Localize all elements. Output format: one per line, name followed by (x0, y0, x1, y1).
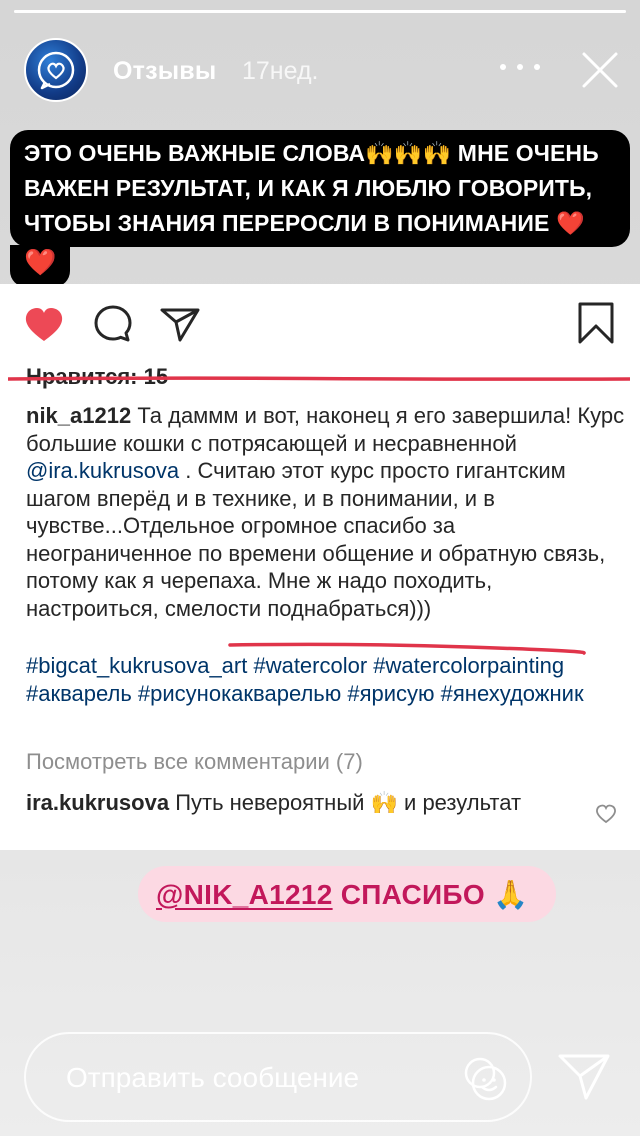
post-hashtags[interactable]: #bigcat_kukrusova_art #watercolor #water… (26, 652, 626, 707)
more-options-button[interactable] (500, 52, 540, 82)
story-timestamp: 17нед. (242, 57, 319, 85)
message-box[interactable] (24, 1032, 532, 1122)
story-header: Отзывы 17нед. (0, 28, 640, 112)
reply-comment: ira.kukrusova Путь невероятный 🙌 и резул… (26, 789, 586, 817)
more-horizontal-icon (500, 64, 506, 70)
sticker-text: @NIK_A1212 СПАСИБО 🙏 (156, 878, 528, 911)
comment-icon[interactable] (91, 302, 135, 346)
view-all-comments-link[interactable]: Посмотреть все комментарии (7) (26, 749, 363, 775)
post-screenshot: Нравится: 15 nik_a1212 Та даммм и вот, н… (0, 284, 640, 850)
story-title[interactable]: Отзывы (113, 57, 216, 86)
story-progress-bar (14, 10, 626, 13)
sticker-mention[interactable]: @NIK_A1212 (156, 879, 333, 910)
story-caption: ЭТО ОЧЕНЬ ВАЖНЫЕ СЛОВА🙌🙌🙌 МНЕ ОЧЕНЬ ВАЖЕ… (10, 130, 630, 287)
reply-text: Путь невероятный 🙌 и результат (169, 790, 522, 815)
mention-sticker[interactable]: @NIK_A1212 СПАСИБО 🙏 (138, 866, 556, 922)
avatar[interactable] (24, 38, 88, 102)
reply-heart-icon[interactable] (594, 802, 618, 826)
more-dot (517, 64, 523, 70)
red-annotation-line (8, 376, 630, 381)
send-icon[interactable] (556, 1050, 612, 1102)
caption-block: ЭТО ОЧЕНЬ ВАЖНЫЕ СЛОВА🙌🙌🙌 МНЕ ОЧЕНЬ ВАЖЕ… (10, 130, 630, 247)
comment-mention[interactable]: @ira.kukrusova (26, 458, 179, 483)
speech-heart-icon (37, 51, 75, 90)
close-icon[interactable] (578, 48, 622, 92)
message-input[interactable] (66, 1062, 446, 1094)
comment-username[interactable]: nik_a1212 (26, 403, 131, 428)
story-progress-fill (14, 10, 626, 13)
post-comment: nik_a1212 Та даммм и вот, наконец я его … (26, 402, 626, 622)
sticker-smile-icon[interactable] (458, 1052, 512, 1106)
bookmark-icon[interactable] (574, 302, 618, 346)
heart-icon[interactable] (22, 302, 66, 346)
sticker-thanks: СПАСИБО 🙏 (332, 878, 529, 910)
caption-text: ЭТО ОЧЕНЬ ВАЖНЫЕ СЛОВА🙌🙌🙌 МНЕ ОЧЕНЬ ВАЖЕ… (24, 140, 599, 236)
more-dot (534, 64, 540, 70)
caption-tail: ❤️ (10, 245, 71, 287)
share-icon[interactable] (158, 302, 202, 346)
reply-username[interactable]: ira.kukrusova (26, 790, 169, 815)
post-actions (0, 302, 640, 346)
